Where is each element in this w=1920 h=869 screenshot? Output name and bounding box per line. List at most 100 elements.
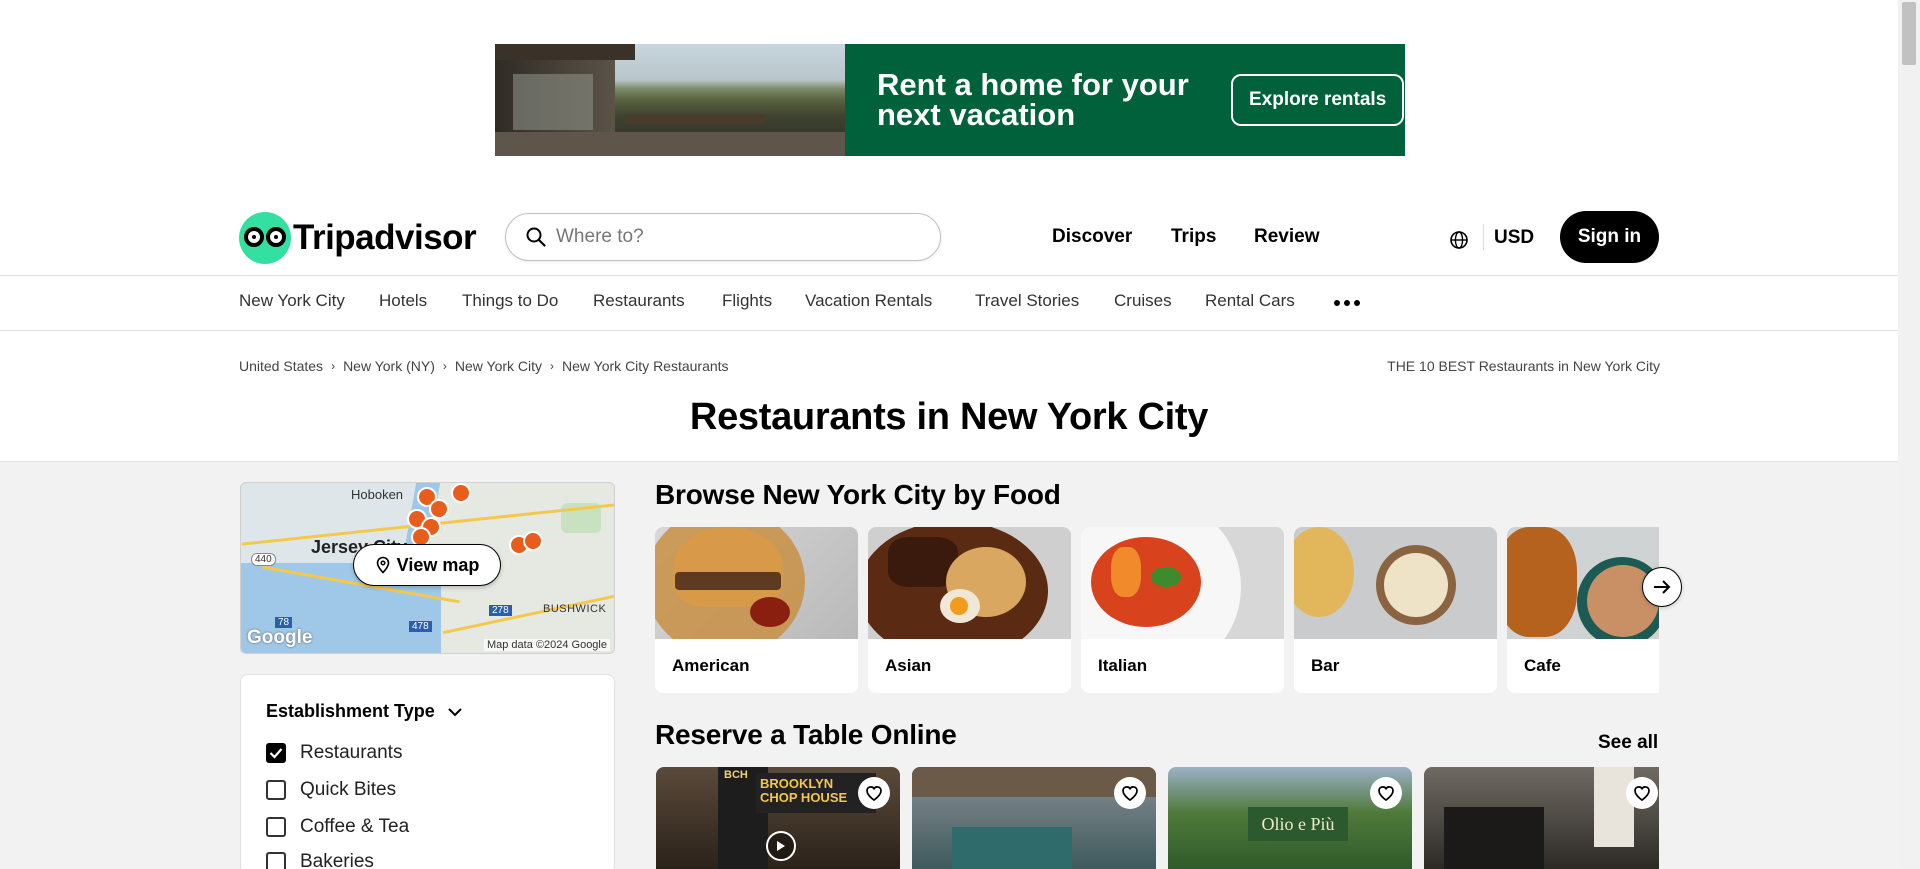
checkbox-icon[interactable]	[266, 817, 286, 837]
chevron-down-icon	[448, 707, 462, 716]
see-all-link[interactable]: See all	[1598, 732, 1658, 754]
subnav-things-to-do[interactable]: Things to Do	[462, 291, 558, 311]
subnav-hotels[interactable]: Hotels	[379, 291, 427, 311]
asian-food-image	[868, 527, 1071, 639]
save-heart-icon[interactable]	[858, 777, 890, 809]
nav-discover[interactable]: Discover	[1052, 226, 1132, 248]
food-card-label: Italian	[1098, 656, 1148, 675]
arrow-right-icon	[1654, 580, 1671, 594]
restaurant-card[interactable]: BCH BROOKLYN CHOP HOUSE	[656, 767, 900, 869]
nav-trips[interactable]: Trips	[1171, 226, 1216, 248]
logo-text: Tripadvisor	[293, 218, 477, 257]
subnav-restaurants[interactable]: Restaurants	[593, 291, 685, 311]
food-carousel: American Asian Italian Bar Cafe	[655, 527, 1659, 693]
save-heart-icon[interactable]	[1114, 777, 1146, 809]
scrollbar-thumb[interactable]	[1902, 2, 1916, 65]
subnav-rental-cars[interactable]: Rental Cars	[1205, 291, 1295, 311]
filter-option-label: Restaurants	[300, 742, 403, 763]
globe-icon[interactable]	[1448, 229, 1470, 251]
filter-option-coffee-tea[interactable]: Coffee & Tea	[266, 816, 409, 838]
subnav-cruises[interactable]: Cruises	[1114, 291, 1172, 311]
search-icon	[526, 227, 546, 247]
play-icon[interactable]	[766, 831, 796, 861]
header-divider	[1483, 224, 1484, 250]
page-scrollbar[interactable]	[1898, 0, 1920, 869]
map-copyright: Map data ©2024 Google	[483, 639, 610, 651]
italian-food-image	[1081, 527, 1284, 639]
map-label-bushwick: BUSHWICK	[543, 603, 607, 615]
checkbox-checked-icon[interactable]	[266, 743, 286, 763]
subnav-new-york-city[interactable]: New York City	[239, 291, 345, 311]
reserve-table-title: Reserve a Table Online	[655, 719, 957, 750]
map-pin-icon	[376, 556, 389, 574]
owl-logo-icon	[239, 212, 291, 264]
subnav-vacation-rentals[interactable]: Vacation Rentals	[805, 291, 932, 311]
explore-rentals-button[interactable]: Explore rentals	[1231, 74, 1405, 126]
restaurant-sign-bch: BCH	[724, 769, 748, 781]
sign-in-button[interactable]: Sign in	[1560, 211, 1659, 263]
ad-headline: Rent a home for your next vacation	[877, 67, 1189, 132]
filter-option-quick-bites[interactable]: Quick Bites	[266, 779, 396, 801]
subnav-flights[interactable]: Flights	[722, 291, 772, 311]
restaurant-card[interactable]	[1424, 767, 1659, 869]
restaurant-sign-olio: Olio e Più	[1248, 807, 1348, 841]
restaurant-card[interactable]	[912, 767, 1156, 869]
carousel-next-button[interactable]	[1642, 567, 1682, 607]
food-card-italian[interactable]: Italian	[1081, 527, 1284, 693]
map-label-hoboken: Hoboken	[351, 487, 404, 502]
sub-nav: New York City Hotels Things to Do Restau…	[0, 277, 1898, 331]
cafe-food-image	[1507, 527, 1659, 639]
route-478-shield: 478	[409, 621, 432, 632]
route-440-shield: 440	[251, 553, 276, 566]
food-card-label: Cafe	[1524, 656, 1561, 675]
breadcrumb-new-york[interactable]: New York (NY)	[343, 358, 435, 374]
page-subtitle-link[interactable]: THE 10 BEST Restaurants in New York City	[1387, 358, 1660, 374]
breadcrumb-current: New York City Restaurants	[562, 358, 729, 374]
currency-selector[interactable]: USD	[1494, 227, 1534, 249]
breadcrumb-new-york-city[interactable]: New York City	[455, 358, 542, 374]
establishment-type-toggle[interactable]: Establishment Type	[266, 701, 463, 722]
restaurant-carousel: BCH BROOKLYN CHOP HOUSE Olio e Più	[656, 767, 1659, 869]
search-input[interactable]	[556, 226, 916, 248]
route-278-shield: 278	[489, 605, 512, 616]
filter-option-restaurants[interactable]: Restaurants	[266, 742, 402, 764]
page-title: Restaurants in New York City	[689, 396, 1209, 438]
chevron-right-icon: ›	[442, 359, 447, 373]
save-heart-icon[interactable]	[1626, 777, 1658, 809]
american-food-image	[655, 527, 858, 639]
filters-panel: Establishment Type Restaurants Quick Bit…	[240, 674, 615, 869]
food-card-american[interactable]: American	[655, 527, 858, 693]
google-logo: Google	[247, 627, 313, 648]
food-card-bar[interactable]: Bar	[1294, 527, 1497, 693]
save-heart-icon[interactable]	[1370, 777, 1402, 809]
filter-option-label: Quick Bites	[300, 779, 397, 800]
bar-food-image	[1294, 527, 1497, 639]
view-map-label: View map	[396, 554, 480, 575]
more-menu-icon[interactable]	[1334, 300, 1360, 306]
food-card-asian[interactable]: Asian	[868, 527, 1071, 693]
subnav-travel-stories[interactable]: Travel Stories	[975, 291, 1079, 311]
food-card-label: American	[672, 656, 750, 675]
ad-banner[interactable]: Rent a home for your next vacation Explo…	[495, 44, 1405, 156]
page: Rent a home for your next vacation Explo…	[0, 0, 1898, 869]
view-map-button[interactable]: View map	[353, 544, 501, 586]
chevron-right-icon: ›	[550, 359, 555, 373]
checkbox-icon[interactable]	[266, 780, 286, 800]
search-box[interactable]	[505, 213, 941, 261]
filter-option-bakeries[interactable]: Bakeries	[266, 851, 374, 869]
checkbox-icon[interactable]	[266, 852, 286, 869]
map-preview[interactable]: Hoboken Jersey City New York BUSHWICK 44…	[240, 482, 615, 654]
browse-by-food-title: Browse New York City by Food	[655, 479, 1061, 510]
breadcrumb-united-states[interactable]: United States	[239, 358, 323, 374]
ad-photo	[495, 44, 845, 156]
food-card-label: Bar	[1311, 656, 1340, 675]
ad-panel: Rent a home for your next vacation Explo…	[845, 44, 1405, 156]
breadcrumb: United States › New York (NY) › New York…	[239, 358, 729, 374]
restaurant-card[interactable]: Olio e Più	[1168, 767, 1412, 869]
top-header: Tripadvisor Discover Trips Review USD Si…	[0, 206, 1898, 276]
chevron-right-icon: ›	[331, 359, 336, 373]
food-card-label: Asian	[885, 656, 932, 675]
tripadvisor-logo[interactable]: Tripadvisor	[239, 212, 477, 264]
food-card-cafe[interactable]: Cafe	[1507, 527, 1659, 693]
nav-review[interactable]: Review	[1254, 226, 1319, 248]
